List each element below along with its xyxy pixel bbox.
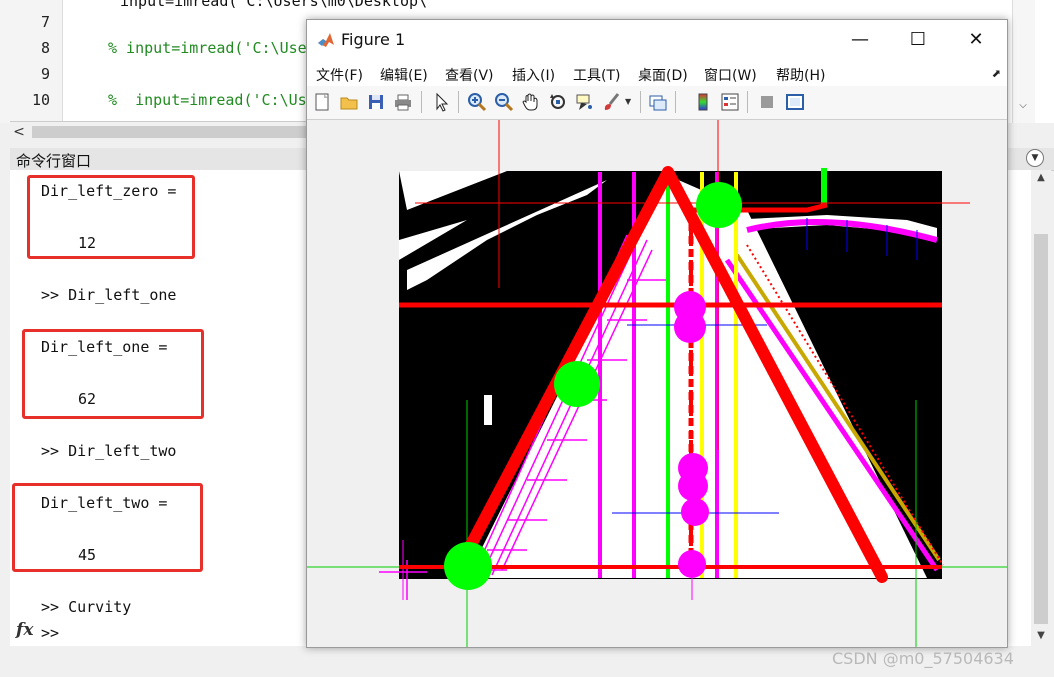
highlight-box xyxy=(27,175,195,259)
data-cursor-icon[interactable] xyxy=(575,92,595,112)
zoom-in-icon[interactable] xyxy=(467,92,487,112)
menu-desktop[interactable]: 桌面(D) xyxy=(638,65,688,85)
menu-help[interactable]: 帮助(H) xyxy=(776,65,825,85)
maximize-button[interactable]: ☐ xyxy=(895,27,941,53)
scroll-thumb[interactable] xyxy=(32,126,312,138)
rotate-3d-icon[interactable] xyxy=(548,92,568,112)
hide-plot-tools-icon[interactable] xyxy=(757,92,777,112)
command-entry: >> Curvity xyxy=(41,598,132,616)
toolbar-separator xyxy=(640,91,641,113)
minimize-button[interactable]: — xyxy=(837,27,883,53)
figure-menubar: 文件(F) 编辑(E) 查看(V) 插入(I) 工具(T) 桌面(D) 窗口(W… xyxy=(307,60,1007,86)
menu-view[interactable]: 查看(V) xyxy=(445,65,494,85)
magenta-marker-circle xyxy=(678,471,708,501)
chevron-up-icon[interactable]: ▲ xyxy=(1031,172,1051,183)
magenta-marker-circle xyxy=(678,550,706,578)
magenta-marker-circle xyxy=(681,498,709,526)
watermark: CSDN @m0_57504634 xyxy=(832,649,1014,668)
figure-title: Figure 1 xyxy=(341,30,406,49)
processed-road-image[interactable] xyxy=(307,120,1007,647)
close-button[interactable]: ✕ xyxy=(953,27,999,53)
command-window-scrollbar[interactable]: ▲ ▼ xyxy=(1031,170,1051,646)
menu-insert[interactable]: 插入(I) xyxy=(512,65,555,85)
plot-area[interactable] xyxy=(307,120,1007,647)
legend-icon[interactable] xyxy=(720,92,740,112)
green-marker-circle xyxy=(444,542,492,590)
function-browser-icon[interactable]: fx xyxy=(16,620,33,640)
command-window-title: 命令行窗口 xyxy=(16,152,92,170)
line-number-gutter: 7 8 9 10 xyxy=(0,0,63,123)
open-file-icon[interactable] xyxy=(339,92,359,112)
pan-hand-icon[interactable] xyxy=(521,92,541,112)
noise-white xyxy=(484,395,492,425)
new-figure-icon[interactable] xyxy=(312,92,332,112)
highlight-box xyxy=(22,329,204,419)
toolbar-separator xyxy=(675,91,676,113)
command-entry: >> Dir_left_two xyxy=(41,442,177,460)
panel-menu-icon[interactable]: ▼ xyxy=(1026,149,1044,167)
show-plot-tools-icon[interactable] xyxy=(785,92,805,112)
zoom-out-icon[interactable] xyxy=(494,92,514,112)
command-prompt[interactable]: >> xyxy=(41,624,59,642)
toolbar-separator xyxy=(747,91,748,113)
code-line[interactable]: input=imread('C:\Users\m0\Desktop\ xyxy=(120,0,427,10)
toolbar-separator xyxy=(458,91,459,113)
figure-window[interactable]: Figure 1 — ☐ ✕ 文件(F) 编辑(E) 查看(V) 插入(I) 工… xyxy=(306,19,1008,648)
toolbar-separator xyxy=(421,91,422,113)
menu-tools[interactable]: 工具(T) xyxy=(573,65,620,85)
figure-titlebar[interactable]: Figure 1 — ☐ ✕ xyxy=(307,20,1007,60)
editor-horizontal-scrollbar[interactable]: < xyxy=(10,121,312,142)
command-entry: >> Dir_left_one xyxy=(41,286,177,304)
green-marker-circle xyxy=(554,361,600,407)
highlight-box xyxy=(12,483,203,572)
code-line[interactable]: % input=imread('C:\Use xyxy=(108,39,307,57)
editor-vertical-scrollbar[interactable]: ⌵ xyxy=(1012,0,1035,123)
magenta-marker-circle xyxy=(674,311,706,343)
line-number: 8 xyxy=(40,39,50,57)
menu-overflow-icon[interactable]: ⬈ xyxy=(992,67,1001,80)
code-line[interactable]: % input=imread('C:\Us xyxy=(108,91,307,109)
matlab-logo-icon xyxy=(318,33,334,47)
select-arrow-icon[interactable] xyxy=(431,92,451,112)
print-icon[interactable] xyxy=(393,92,413,112)
menu-edit[interactable]: 编辑(E) xyxy=(380,65,428,85)
menu-file[interactable]: 文件(F) xyxy=(316,65,363,85)
figure-toolbar: ▼ xyxy=(307,86,1007,120)
chevron-left-icon[interactable]: < xyxy=(10,122,28,142)
line-number: 7 xyxy=(40,13,50,31)
green-marker-circle xyxy=(696,182,742,228)
line-number: 9 xyxy=(40,65,50,83)
chevron-down-icon[interactable]: ⌵ xyxy=(1013,100,1033,111)
link-plot-icon[interactable] xyxy=(648,92,668,112)
brush-dropdown-icon[interactable]: ▼ xyxy=(625,97,631,106)
scroll-thumb[interactable] xyxy=(1034,234,1048,624)
brush-icon[interactable] xyxy=(602,92,622,112)
chevron-down-icon[interactable]: ▼ xyxy=(1031,630,1051,641)
line-number: 10 xyxy=(31,91,50,109)
save-icon[interactable] xyxy=(366,92,386,112)
colorbar-icon[interactable] xyxy=(693,92,713,112)
menu-window[interactable]: 窗口(W) xyxy=(704,65,757,85)
